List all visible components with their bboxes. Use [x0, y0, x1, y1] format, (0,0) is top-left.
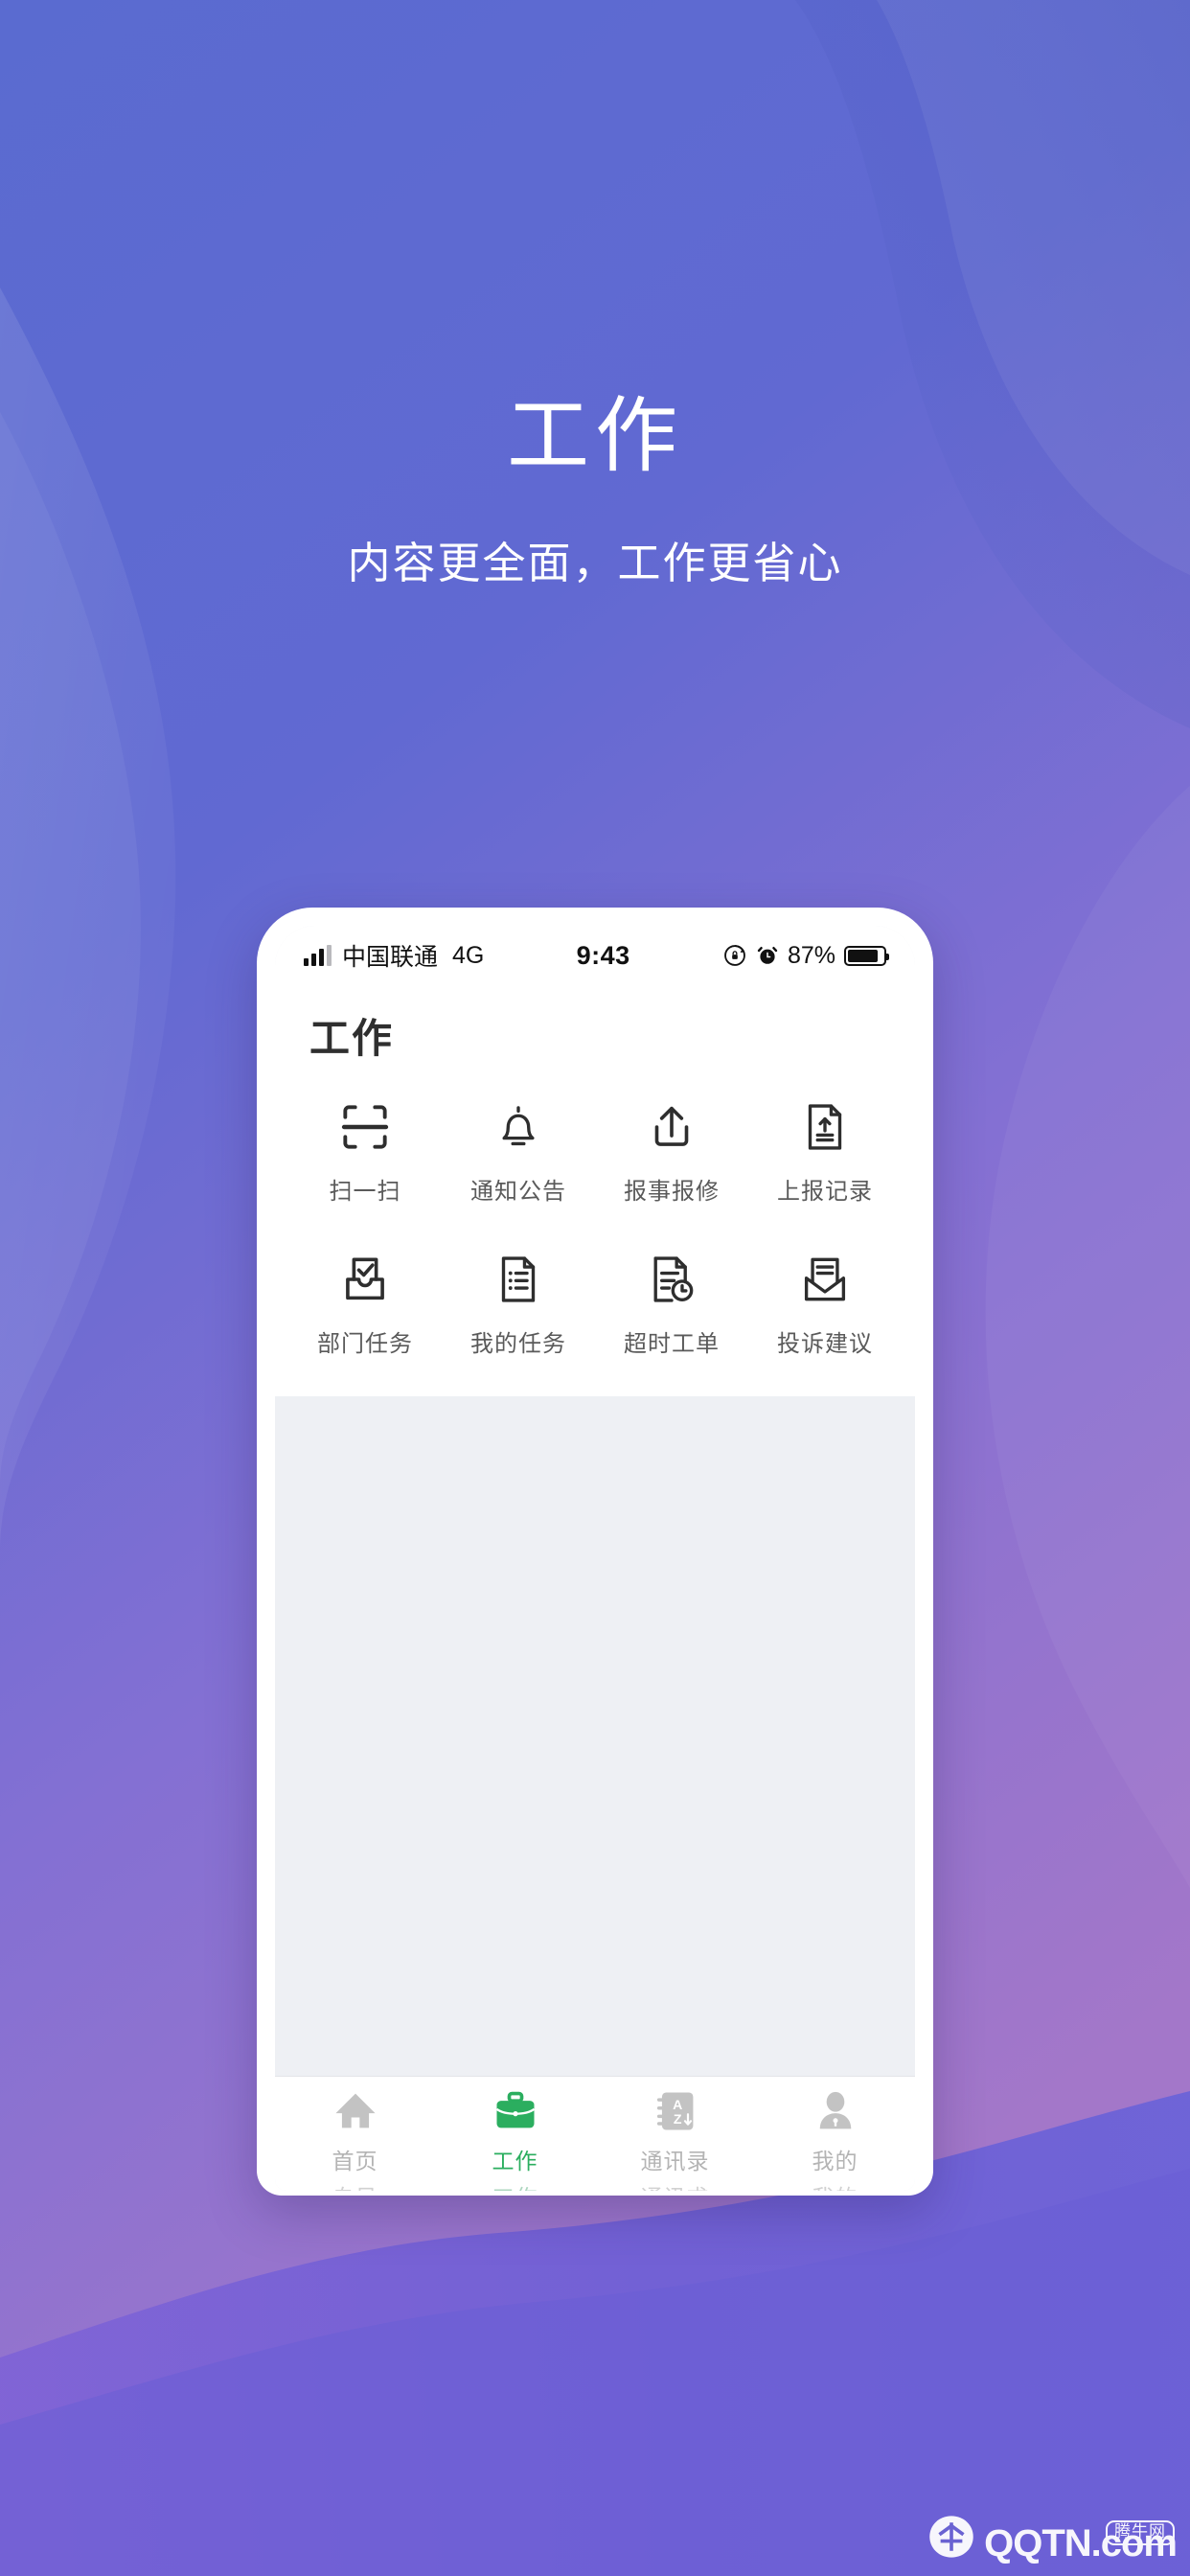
network-type: 4G: [452, 941, 485, 969]
tab-profile[interactable]: 我的 我的: [755, 2086, 915, 2191]
app-grid: 扫一扫 通知公告 报事报修 上报记录 部门任务 我的任务 超时工单 投诉建议: [275, 1070, 915, 1364]
home-icon: [334, 2093, 376, 2128]
tab-label: 工作: [492, 2149, 538, 2174]
grid-item-my-tasks[interactable]: 我的任务: [442, 1240, 595, 1364]
person-icon: [819, 2091, 851, 2129]
signal-bars-icon: [304, 945, 332, 966]
grid-item-label: 超时工单: [624, 1331, 720, 1357]
grid-item-announcements[interactable]: 通知公告: [442, 1088, 595, 1211]
grid-item-label: 部门任务: [317, 1331, 413, 1357]
grid-item-overdue-orders[interactable]: 超时工单: [595, 1240, 748, 1364]
watermark-badge: 腾牛网: [1106, 2520, 1175, 2545]
grid-item-scan[interactable]: 扫一扫: [288, 1088, 442, 1211]
grid-item-complaints[interactable]: 投诉建议: [748, 1240, 902, 1364]
tab-label-ghost: 通讯求: [641, 2179, 710, 2191]
status-bar-right: 87%: [722, 941, 889, 970]
tab-label: 首页: [332, 2149, 378, 2174]
envelope-letter-icon: [804, 1257, 846, 1301]
document-clock-icon: [653, 1256, 694, 1302]
grid-item-report-repair[interactable]: 报事报修: [595, 1088, 748, 1211]
tab-label: 通讯录: [640, 2149, 710, 2174]
status-bar-left: 中国联通 4G: [304, 938, 484, 973]
content-placeholder: [275, 1396, 915, 1933]
grid-item-department-tasks[interactable]: 部门任务: [288, 1240, 442, 1364]
alarm-clock-icon: [757, 947, 778, 964]
grid-item-label: 我的任务: [470, 1331, 566, 1357]
phone-screen: 中国联通 4G 9:43 87% 工作 扫一扫 通知公告 报事报修 上报记录 部…: [275, 926, 915, 2191]
tab-label-ghost: 自贝: [332, 2179, 378, 2191]
grid-item-label: 通知公告: [470, 1179, 566, 1205]
grid-item-label: 投诉建议: [777, 1331, 873, 1357]
app-card: 工作 扫一扫 通知公告 报事报修 上报记录 部门任务 我的任务 超时工单 投诉建…: [275, 979, 915, 1396]
upload-icon: [654, 1106, 689, 1146]
grid-item-label: 上报记录: [777, 1179, 873, 1205]
grid-item-label: 报事报修: [624, 1179, 720, 1205]
battery-icon: [844, 945, 889, 966]
carrier-name: 中国联通: [342, 944, 439, 971]
phone-mockup: 中国联通 4G 9:43 87% 工作 扫一扫 通知公告 报事报修 上报记录 部…: [257, 908, 933, 2196]
grid-item-report-records[interactable]: 上报记录: [748, 1088, 902, 1211]
splash-screen: 工作 内容更全面，工作更省心 中国联通 4G 9:43 87% 工作 扫一扫 通…: [0, 0, 1190, 2576]
tab-contacts[interactable]: A Z 通讯录 通讯求: [595, 2086, 755, 2191]
tab-home[interactable]: 首页 自贝: [275, 2086, 435, 2191]
tab-work[interactable]: 工作 工作: [435, 2086, 595, 2191]
rotation-lock-icon: [724, 945, 745, 966]
watermark-brand: QQTN: [984, 2522, 1092, 2564]
status-bar: 中国联通 4G 9:43 87%: [275, 926, 915, 979]
watermark: QQTN.com 腾牛网: [925, 2513, 1178, 2564]
bell-icon: [502, 1106, 535, 1146]
tab-label: 我的: [812, 2149, 858, 2174]
inbox-check-icon: [346, 1257, 384, 1300]
contacts-az-icon: A Z: [656, 2092, 693, 2130]
briefcase-icon: [495, 2091, 535, 2128]
qqtn-logo-icon: [929, 2516, 973, 2558]
bottom-tab-bar: 首页 自贝 工作 工作: [275, 2076, 915, 2191]
document-list-icon: [501, 1256, 536, 1302]
tab-label-ghost: 我的: [812, 2179, 858, 2191]
battery-percent: 87%: [787, 941, 835, 969]
grid-item-label: 扫一扫: [329, 1179, 401, 1205]
document-upload-icon: [808, 1104, 842, 1150]
tab-label-ghost: 工作: [492, 2179, 538, 2191]
svg-text:Z: Z: [673, 2111, 681, 2127]
status-bar-time: 9:43: [576, 940, 630, 970]
scan-icon: [341, 1105, 389, 1149]
svg-text:A: A: [673, 2097, 682, 2112]
app-page-title: 工作: [309, 1016, 395, 1061]
